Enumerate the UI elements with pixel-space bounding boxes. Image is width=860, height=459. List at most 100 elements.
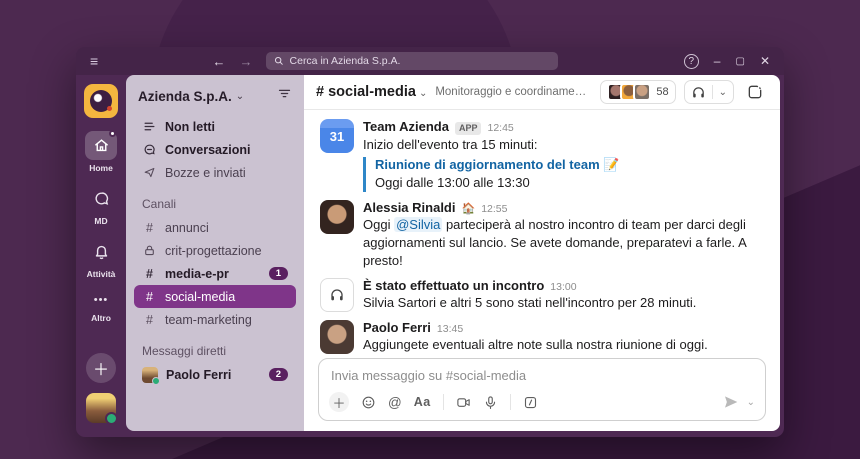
microphone-icon <box>485 395 495 409</box>
sidebar-channel-crit-progettazione[interactable]: crit-progettazione <box>134 239 296 262</box>
more-ellipsis-icon: ••• <box>93 294 109 306</box>
minimize-button[interactable]: – <box>714 54 721 68</box>
audio-clip-button[interactable] <box>483 395 498 410</box>
user-avatar[interactable] <box>86 393 118 425</box>
sidebar-dm-paolo-ferri[interactable]: Paolo Ferri 2 <box>134 363 296 386</box>
send-button[interactable] <box>723 394 739 410</box>
rail-item-home[interactable]: Home <box>85 130 117 173</box>
channel-label: media-e-pr <box>165 266 229 281</box>
dm-avatar <box>142 366 160 385</box>
message-timestamp[interactable]: 12:45 <box>487 122 513 134</box>
calendar-app-avatar[interactable]: 31 <box>320 119 354 153</box>
huddle-summary-text: Silvia Sartori e altri 5 sono stati nell… <box>363 294 697 310</box>
send-options-chevron[interactable]: ⌄ <box>747 397 755 408</box>
emoji-icon <box>362 396 375 408</box>
headphones-icon <box>331 289 343 301</box>
rail-label-home: Home <box>89 163 113 173</box>
titlebar: ≡ ← → ? – ▢ ✕ <box>76 47 784 75</box>
rail-item-more[interactable]: ••• Altro <box>85 290 117 323</box>
sidebar-item-unreads[interactable]: Non letti <box>134 115 296 138</box>
huddle-button[interactable]: ⌄ <box>683 80 734 104</box>
app-badge: APP <box>454 121 482 135</box>
event-link[interactable]: Riunione di aggiornamento del team 📝 <box>375 157 764 174</box>
hash-icon: # <box>146 312 153 327</box>
message-timestamp[interactable]: 12:55 <box>481 203 507 215</box>
huddle-chevron-icon[interactable]: ⌄ <box>719 87 727 98</box>
sidebar-channel-annunci[interactable]: # annunci <box>134 216 296 239</box>
channel-label: annunci <box>165 220 209 235</box>
divider <box>711 85 713 99</box>
filter-icon[interactable] <box>277 86 292 106</box>
hamburger-menu-icon[interactable]: ≡ <box>90 53 98 69</box>
sidebar-item-label: Non letti <box>165 119 215 134</box>
hash-icon: # <box>146 289 153 304</box>
channels-section-header[interactable]: Canali <box>126 184 304 216</box>
message-text: Oggi @Silvia parteciperà al nostro incon… <box>363 216 764 270</box>
member-avatar <box>633 83 652 101</box>
headphones-icon <box>692 86 704 97</box>
threads-icon <box>142 143 157 156</box>
search-icon <box>274 56 283 65</box>
hash-icon: # <box>146 220 153 235</box>
member-avatars <box>607 83 652 101</box>
rail-item-activity[interactable]: Attività <box>85 237 117 279</box>
channel-topic[interactable]: Monitoraggio e coordinamento dei social … <box>435 86 592 98</box>
sidebar-item-threads[interactable]: Conversazioni <box>134 138 296 161</box>
dms-section-header[interactable]: Messaggi diretti <box>126 331 304 363</box>
channel-canvas-button[interactable] <box>742 80 768 104</box>
workspace-switcher-button[interactable] <box>84 84 118 118</box>
message-list[interactable]: 31 Team Azienda APP 12:45 Inizio dell'ev… <box>304 110 780 356</box>
message-author[interactable]: Team Azienda <box>363 119 449 134</box>
channel-pane: # social-media ⌄ Monitoraggio e coordinam… <box>304 75 780 431</box>
alessia-avatar[interactable] <box>320 199 354 234</box>
video-clip-button[interactable] <box>456 395 471 410</box>
sidebar-item-drafts[interactable]: Bozze e inviati <box>134 161 296 184</box>
create-new-button[interactable]: ＋ <box>86 353 116 383</box>
huddle-avatar <box>320 277 354 312</box>
members-button[interactable]: 58 <box>600 80 676 104</box>
channel-label: team-marketing <box>165 312 252 327</box>
message-input[interactable]: Invia messaggio su #social-media <box>319 359 765 386</box>
unread-badge: 1 <box>268 266 288 281</box>
drafts-icon <box>142 166 157 179</box>
emoji-picker-button[interactable] <box>361 395 376 410</box>
search-bar[interactable] <box>265 52 558 70</box>
home-icon <box>94 139 108 152</box>
workspace-rail: Home MD Attività ••• Altro ＋ <box>76 75 126 431</box>
message-timestamp[interactable]: 13:45 <box>437 323 463 335</box>
bell-icon <box>95 245 107 260</box>
channel-name-button[interactable]: # social-media ⌄ <box>316 84 427 100</box>
divider <box>509 394 511 410</box>
history-forward-button[interactable]: → <box>233 54 260 69</box>
message-timestamp[interactable]: 13:00 <box>550 281 576 293</box>
workspace-name: Azienda S.p.A. <box>138 88 232 104</box>
maximize-button[interactable]: ▢ <box>735 56 744 67</box>
formatting-button[interactable]: Aa <box>414 395 431 409</box>
channel-label: social-media <box>165 289 236 304</box>
message-composer: Invia messaggio su #social-media ＋ @ Aa <box>318 358 766 421</box>
unreads-icon <box>142 120 157 133</box>
history-back-button[interactable]: ← <box>206 54 233 69</box>
search-input[interactable] <box>289 55 550 67</box>
rail-label-more: Altro <box>91 313 111 323</box>
mention-button[interactable]: @ <box>388 395 402 410</box>
message-author[interactable]: Alessia Rinaldi <box>363 200 455 215</box>
attach-plus-button[interactable]: ＋ <box>329 392 349 412</box>
message-author[interactable]: Paolo Ferri <box>363 320 431 335</box>
canvas-icon <box>748 85 762 99</box>
paolo-avatar[interactable] <box>320 319 354 354</box>
help-icon[interactable]: ? <box>683 53 699 69</box>
close-button[interactable]: ✕ <box>760 54 770 68</box>
sidebar-channel-team-marketing[interactable]: # team-marketing <box>134 308 296 331</box>
status-emoji: 🏠 <box>461 202 476 215</box>
message-alessia-rinaldi: Alessia Rinaldi 🏠 12:55 Oggi @Silvia par… <box>304 196 780 274</box>
rail-item-dms[interactable]: MD <box>85 184 117 226</box>
message-text: Inizio dell'evento tra 15 minuti: <box>363 136 538 152</box>
workspace-menu[interactable]: Azienda S.p.A. ⌄ <box>126 84 304 115</box>
sidebar-channel-media-e-pr[interactable]: # media-e-pr 1 <box>134 262 296 285</box>
shortcuts-button[interactable] <box>523 395 538 410</box>
sidebar-channel-social-media[interactable]: # social-media <box>134 285 296 308</box>
mention-silvia[interactable]: @Silvia <box>394 216 443 232</box>
send-icon <box>724 396 737 408</box>
video-icon <box>457 397 470 407</box>
